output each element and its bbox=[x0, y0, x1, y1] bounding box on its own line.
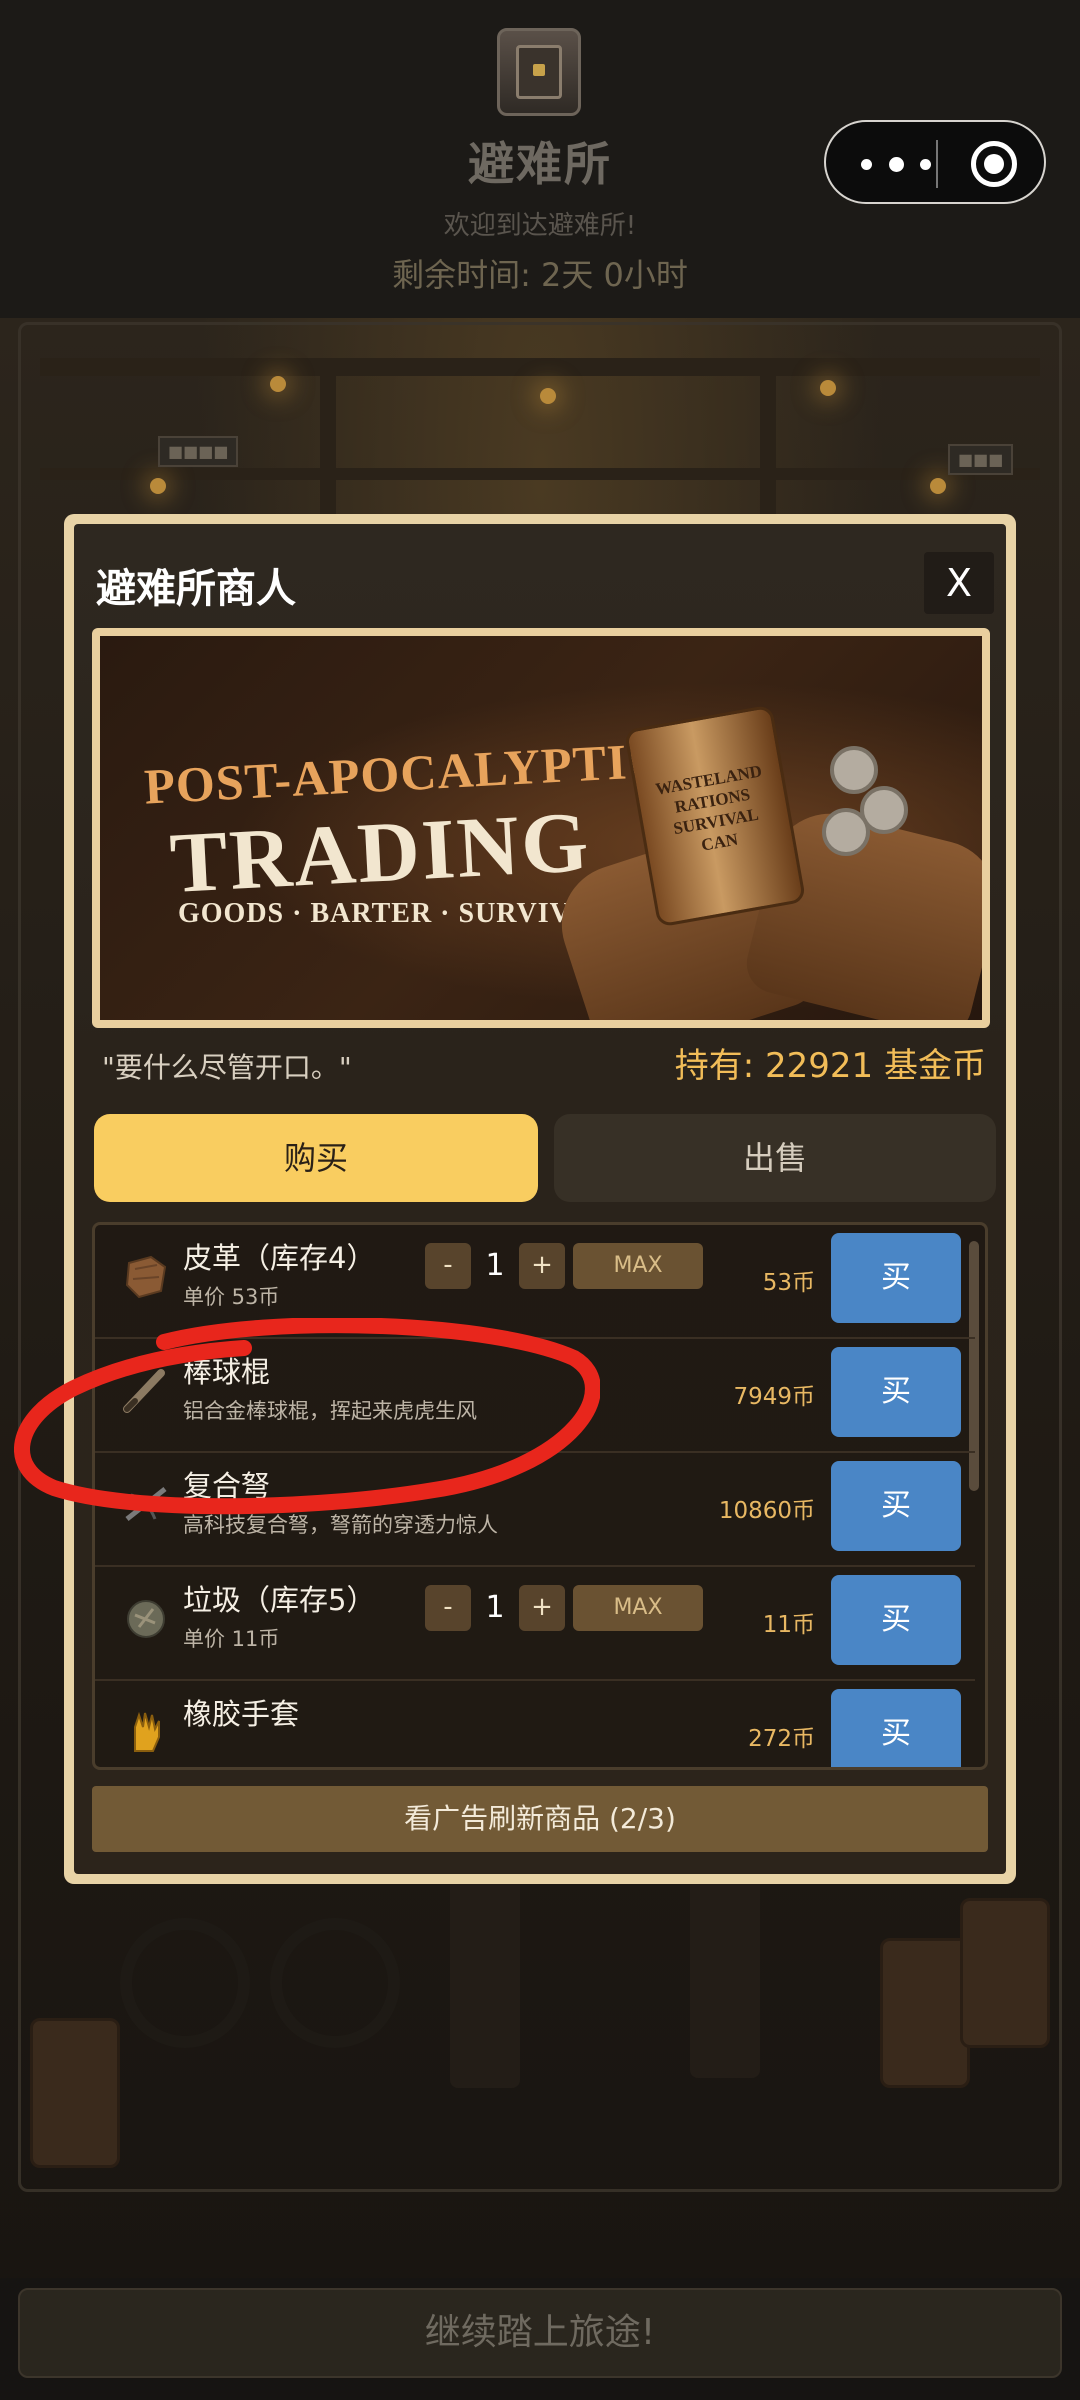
more-icon[interactable] bbox=[861, 150, 931, 178]
buy-button[interactable]: 买 bbox=[831, 1461, 961, 1551]
decrease-button[interactable]: - bbox=[425, 1585, 471, 1631]
shelter-door-icon bbox=[497, 28, 581, 116]
banner-line2: TRADING bbox=[167, 793, 593, 911]
merchant-title: 避难所商人 bbox=[96, 566, 296, 612]
glove-icon bbox=[134, 1711, 160, 1752]
item-price: 10860币 bbox=[718, 1498, 815, 1524]
item-name: 复合弩 bbox=[183, 1469, 271, 1503]
item-price: 272币 bbox=[748, 1726, 815, 1752]
baseball-bat-icon bbox=[123, 1369, 165, 1413]
trading-banner: POST-APOCALYPTIC TRADING GOODS · BARTER … bbox=[92, 628, 990, 1028]
increase-button[interactable]: + bbox=[519, 1243, 565, 1289]
item-description: 铝合金棒球棍，挥起来虎虎生风 bbox=[183, 1399, 477, 1423]
item-name: 橡胶手套 bbox=[183, 1697, 300, 1731]
coin-icon bbox=[822, 808, 870, 856]
item-unit-price: 单价 53币 bbox=[183, 1285, 280, 1309]
item-price: 53币 bbox=[762, 1270, 815, 1296]
increase-button[interactable]: + bbox=[519, 1585, 565, 1631]
merchant-modal: 避难所商人 X POST-APOCALYPTIC TRADING GOODS ·… bbox=[64, 514, 1016, 1884]
list-item: 棒球棍 铝合金棒球棍，挥起来虎虎生风 7949币 买 bbox=[95, 1339, 975, 1453]
buy-button[interactable]: 买 bbox=[831, 1233, 961, 1323]
max-button[interactable]: MAX bbox=[573, 1243, 703, 1289]
funds-balance: 持有: 22921 基金币 bbox=[674, 1046, 986, 1086]
buy-button[interactable]: 买 bbox=[831, 1347, 961, 1437]
decrease-button[interactable]: - bbox=[425, 1243, 471, 1289]
refresh-goods-button[interactable]: 看广告刷新商品 (2/3) bbox=[92, 1786, 988, 1852]
can-label: WASTELAND RATIONS SURVIVAL CAN bbox=[653, 761, 764, 855]
item-unit-price: 单价 11币 bbox=[183, 1627, 280, 1651]
shelter-header: 避难所 欢迎到达避难所! 剩余时间: 2天 0小时 bbox=[0, 0, 1080, 318]
leather-icon bbox=[125, 1255, 167, 1299]
capsule-divider bbox=[936, 140, 938, 188]
goods-list[interactable]: 皮革（库存4） 单价 53币 - 1 + MAX 53币 买 棒球棍 铝合金棒球… bbox=[92, 1222, 988, 1770]
list-item: 复合弩 高科技复合弩，弩箭的穿透力惊人 10860币 买 bbox=[95, 1453, 975, 1567]
tab-sell[interactable]: 出售 bbox=[554, 1114, 996, 1202]
coin-icon bbox=[830, 746, 878, 794]
remaining-time: 剩余时间: 2天 0小时 bbox=[392, 256, 688, 294]
miniprogram-capsule bbox=[824, 120, 1046, 204]
buy-button[interactable]: 买 bbox=[831, 1575, 961, 1665]
continue-journey-button[interactable]: 继续踏上旅途! bbox=[18, 2288, 1062, 2378]
item-name: 皮革（库存4） bbox=[183, 1241, 376, 1275]
item-description: 高科技复合弩，弩箭的穿透力惊人 bbox=[183, 1513, 498, 1537]
item-name: 棒球棍 bbox=[183, 1355, 271, 1389]
item-name: 垃圾（库存5） bbox=[183, 1583, 376, 1617]
merchant-quote: "要什么尽管开口。" bbox=[102, 1051, 352, 1084]
scene-sign-icon: ■■■■ bbox=[158, 436, 239, 467]
crossbow-icon bbox=[125, 1487, 167, 1521]
buy-button[interactable]: 买 bbox=[831, 1689, 961, 1767]
target-icon[interactable] bbox=[971, 141, 1017, 187]
scene-sign-icon: ■■■ bbox=[948, 444, 1014, 475]
banner-art: POST-APOCALYPTIC TRADING GOODS · BARTER … bbox=[100, 636, 982, 1020]
item-price: 7949币 bbox=[733, 1384, 815, 1410]
list-item: 橡胶手套 272币 买 bbox=[95, 1681, 975, 1767]
list-item: 皮革（库存4） 单价 53币 - 1 + MAX 53币 买 bbox=[95, 1225, 975, 1339]
quantity-value: 1 bbox=[485, 1590, 505, 1625]
tab-buy[interactable]: 购买 bbox=[94, 1114, 538, 1202]
close-button[interactable]: X bbox=[924, 552, 994, 614]
quantity-value: 1 bbox=[485, 1248, 505, 1283]
welcome-text: 欢迎到达避难所! bbox=[443, 211, 637, 241]
junk-icon bbox=[127, 1600, 165, 1638]
item-price: 11币 bbox=[762, 1612, 815, 1638]
merchant-panel: 避难所商人 X POST-APOCALYPTIC TRADING GOODS ·… bbox=[74, 524, 1006, 1874]
list-item: 垃圾（库存5） 单价 11币 - 1 + MAX 11币 买 bbox=[95, 1567, 975, 1681]
max-button[interactable]: MAX bbox=[573, 1585, 703, 1631]
